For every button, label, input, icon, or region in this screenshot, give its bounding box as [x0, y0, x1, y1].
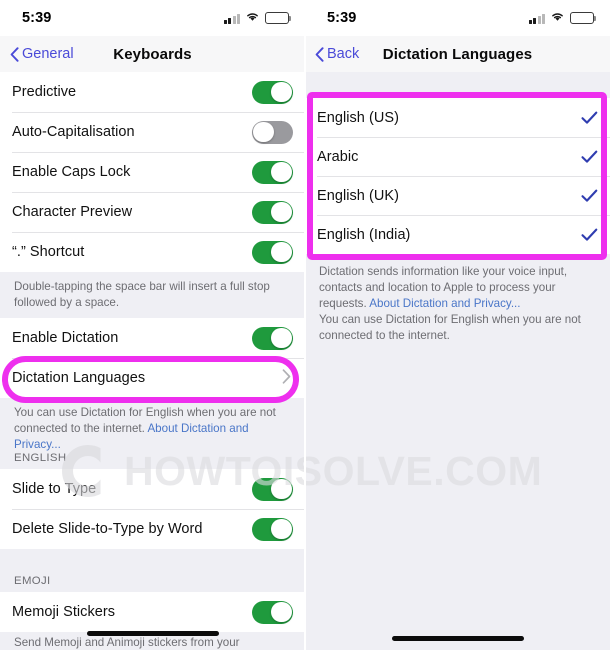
row-slide-to-type[interactable]: Slide to Type: [0, 469, 305, 509]
row-label: English (India): [317, 226, 411, 243]
toggle-character-preview[interactable]: [252, 200, 293, 224]
row-label: Character Preview: [12, 204, 133, 220]
row-arabic[interactable]: Arabic: [305, 137, 610, 176]
home-indicator: [391, 636, 524, 641]
settings-list[interactable]: Predictive Auto-Capitalisation Enable Ca…: [0, 72, 305, 650]
row-label: English (UK): [317, 187, 399, 204]
toggle-predictive[interactable]: [252, 80, 293, 104]
screenshot-root: 5:39 General Keyboards Predictive Auto-C…: [0, 0, 610, 650]
row-enable-caps-lock[interactable]: Enable Caps Lock: [0, 152, 305, 192]
row-predictive[interactable]: Predictive: [0, 72, 305, 112]
row-delete-slide-to-type-by-word[interactable]: Delete Slide-to-Type by Word: [0, 509, 305, 549]
row-label: Enable Dictation: [12, 330, 119, 346]
checkmark-icon: [581, 150, 598, 164]
cellular-signal-icon: [528, 13, 545, 24]
row-english-uk[interactable]: English (UK): [305, 176, 610, 215]
row-label: Auto-Capitalisation: [12, 124, 135, 140]
chevron-left-icon: [315, 46, 324, 62]
back-button-label: General: [22, 46, 74, 62]
row-memoji-stickers[interactable]: Memoji Stickers: [0, 592, 305, 632]
checkmark-icon: [581, 228, 598, 242]
chevron-left-icon: [10, 46, 19, 62]
toggle-enable-caps-lock[interactable]: [252, 160, 293, 184]
checkmark-icon: [581, 111, 598, 125]
row-label: Delete Slide-to-Type by Word: [12, 521, 203, 537]
row-label: Enable Caps Lock: [12, 164, 131, 180]
row-label: Dictation Languages: [12, 370, 146, 386]
row-character-preview[interactable]: Character Preview: [0, 192, 305, 232]
toggle-enable-dictation[interactable]: [252, 326, 293, 350]
toggle-slide-to-type[interactable]: [252, 477, 293, 501]
status-bar: 5:39: [305, 0, 610, 36]
wifi-icon: [550, 9, 565, 27]
panel-divider: [304, 0, 306, 650]
status-icons: [223, 9, 292, 27]
row-label: Memoji Stickers: [12, 604, 116, 620]
home-indicator: [86, 631, 219, 636]
back-button-label: Back: [327, 46, 360, 62]
row-enable-dictation[interactable]: Enable Dictation: [0, 318, 305, 358]
row-dictation-languages[interactable]: Dictation Languages: [0, 358, 305, 398]
wifi-icon: [245, 9, 260, 27]
navigation-bar: Back Dictation Languages: [305, 36, 610, 72]
checkmark-icon: [581, 189, 598, 203]
status-bar: 5:39: [0, 0, 305, 36]
status-time: 5:39: [327, 10, 357, 26]
toggle-period-shortcut[interactable]: [252, 240, 293, 264]
row-label: Arabic: [317, 148, 359, 165]
toggle-memoji-stickers[interactable]: [252, 600, 293, 624]
section-header-emoji: EMOJI: [0, 549, 305, 592]
row-label: English (US): [317, 109, 399, 126]
keyboard-options-group: Predictive Auto-Capitalisation Enable Ca…: [0, 72, 305, 272]
toggle-delete-slide-to-type[interactable]: [252, 517, 293, 541]
chevron-right-icon: [282, 368, 293, 388]
row-label: Predictive: [12, 84, 77, 100]
row-label: “.” Shortcut: [12, 244, 85, 260]
footer-shortcut-description: Double-tapping the space bar will insert…: [0, 272, 305, 318]
english-group: Slide to Type Delete Slide-to-Type by Wo…: [0, 469, 305, 549]
row-english-india[interactable]: English (India): [305, 215, 610, 254]
back-button[interactable]: Back: [315, 46, 359, 62]
back-button-general[interactable]: General: [10, 46, 74, 62]
row-label: Slide to Type: [12, 481, 97, 497]
right-phone-screen: 5:39 Back Dictation Languages English (U…: [305, 0, 610, 650]
footer-dictation-description: You can use Dictation for English when y…: [0, 398, 305, 451]
toggle-auto-capitalisation[interactable]: [252, 120, 293, 144]
row-period-shortcut[interactable]: “.” Shortcut: [0, 232, 305, 272]
footer-offline-note: You can use Dictation for English when y…: [305, 306, 610, 354]
languages-group: English (US) Arabic English (UK) English…: [305, 98, 610, 254]
emoji-group: Memoji Stickers: [0, 592, 305, 632]
dictation-group: Enable Dictation Dictation Languages: [0, 318, 305, 398]
left-phone-screen: 5:39 General Keyboards Predictive Auto-C…: [0, 0, 305, 650]
row-english-us[interactable]: English (US): [305, 98, 610, 137]
about-dictation-privacy-link[interactable]: About Dictation and Privacy...: [369, 297, 520, 310]
status-time: 5:39: [22, 10, 52, 26]
cellular-signal-icon: [223, 13, 240, 24]
battery-icon: [570, 12, 597, 24]
footer-dictation-privacy: Dictation sends information like your vo…: [305, 254, 610, 310]
status-icons: [528, 9, 597, 27]
row-auto-capitalisation[interactable]: Auto-Capitalisation: [0, 112, 305, 152]
navigation-bar: General Keyboards: [0, 36, 305, 72]
battery-icon: [265, 12, 292, 24]
dictation-languages-list[interactable]: English (US) Arabic English (UK) English…: [305, 72, 610, 650]
